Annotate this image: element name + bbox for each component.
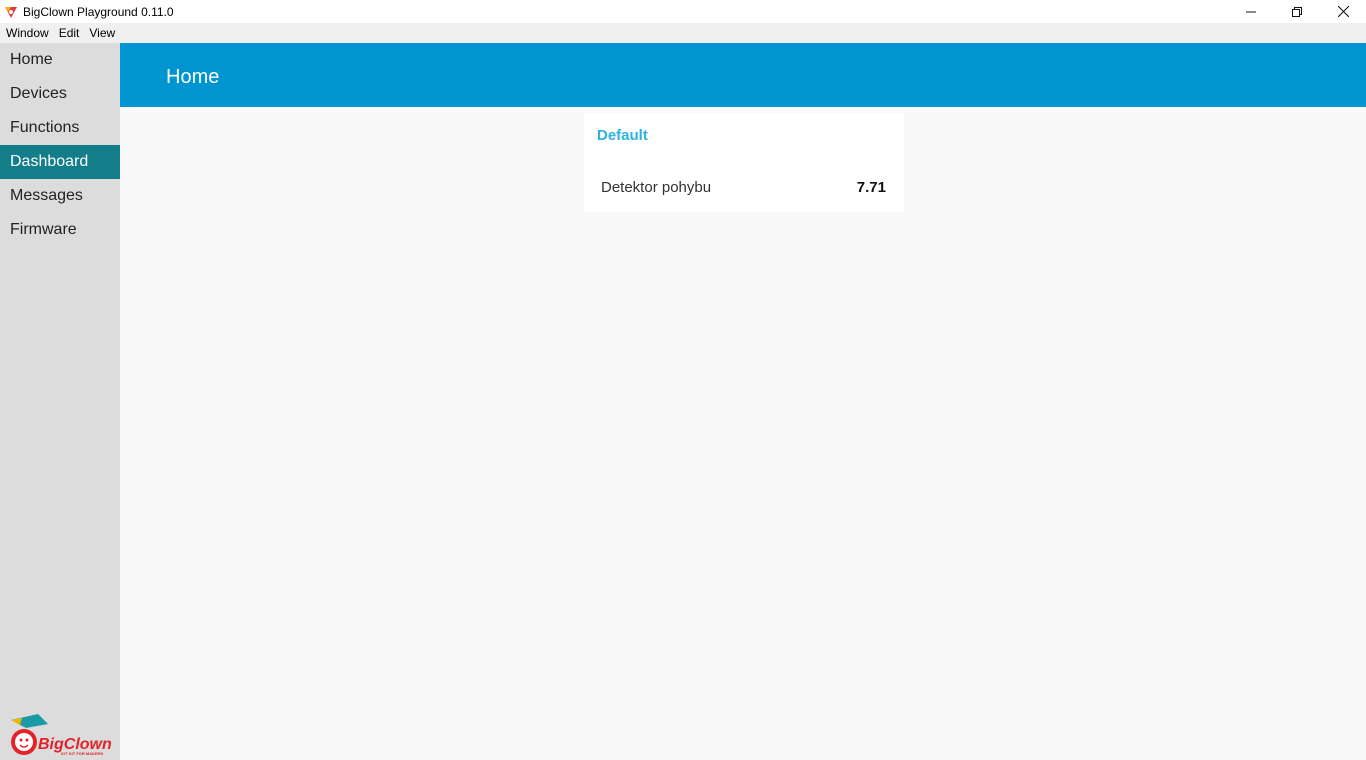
sensor-label: Detektor pohybu bbox=[601, 179, 712, 196]
sidebar-item-home[interactable]: Home bbox=[0, 43, 120, 77]
window-title: BigClown Playground 0.11.0 bbox=[23, 4, 174, 19]
restore-button[interactable] bbox=[1274, 0, 1320, 23]
menu-view[interactable]: View bbox=[84, 23, 120, 43]
menu-bar: Window Edit View bbox=[0, 23, 1366, 43]
dashboard-card: Default Detektor pohybu 7.71 bbox=[584, 113, 904, 212]
app-logo-icon bbox=[4, 5, 18, 19]
restore-icon bbox=[1292, 6, 1302, 17]
menu-window[interactable]: Window bbox=[1, 23, 54, 43]
sidebar: Home Devices Functions Dashboard Message… bbox=[0, 43, 120, 760]
card-title: Default bbox=[597, 127, 648, 144]
menu-edit[interactable]: Edit bbox=[54, 23, 85, 43]
sidebar-item-firmware[interactable]: Firmware bbox=[0, 213, 120, 247]
list-item: Detektor pohybu 7.71 bbox=[601, 179, 886, 196]
minimize-button[interactable] bbox=[1228, 0, 1274, 23]
logo-tagline: IOT KIT FOR MAKERS bbox=[61, 751, 104, 756]
sidebar-item-messages[interactable]: Messages bbox=[0, 179, 120, 213]
page-header: Home bbox=[120, 43, 1366, 107]
close-icon bbox=[1337, 6, 1349, 17]
sidebar-item-devices[interactable]: Devices bbox=[0, 77, 120, 111]
minimize-icon bbox=[1246, 11, 1256, 12]
title-bar: BigClown Playground 0.11.0 bbox=[0, 0, 1366, 23]
page-title: Home bbox=[166, 66, 220, 88]
sidebar-item-dashboard[interactable]: Dashboard bbox=[0, 145, 120, 179]
sidebar-item-functions[interactable]: Functions bbox=[0, 111, 120, 145]
bigclown-logo: BigClown IOT KIT FOR MAKERS bbox=[8, 712, 114, 758]
sensor-value: 7.71 bbox=[856, 179, 886, 196]
close-button[interactable] bbox=[1320, 0, 1366, 23]
